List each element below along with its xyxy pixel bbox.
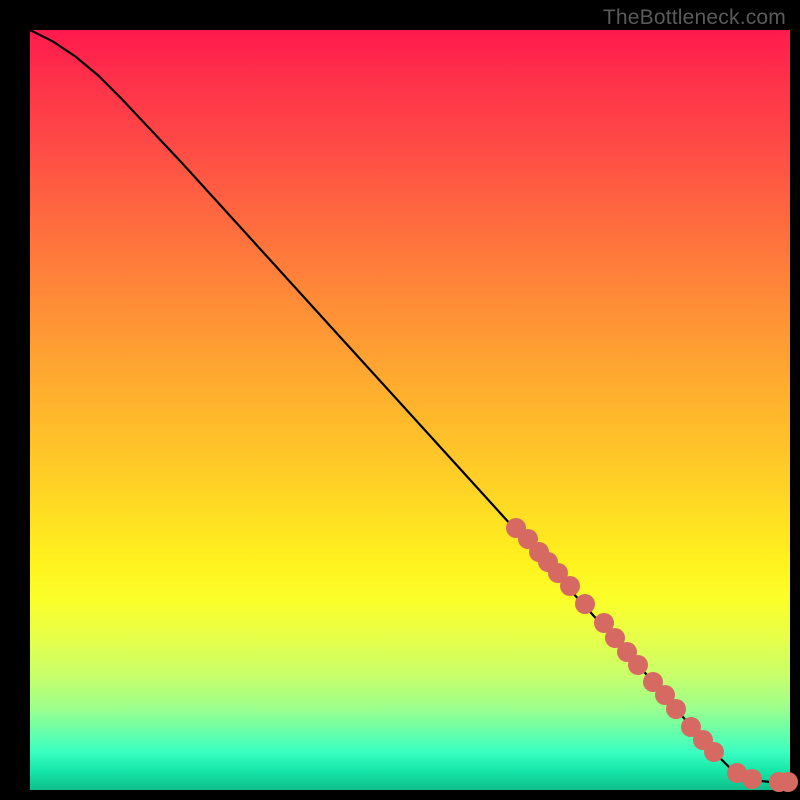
marker-dot <box>666 699 686 719</box>
curve-line <box>30 30 790 790</box>
watermark-label: TheBottleneck.com <box>603 6 786 30</box>
marker-dot <box>742 769 762 789</box>
marker-dot <box>628 655 648 675</box>
plot-area <box>30 30 790 790</box>
marker-dot <box>560 576 580 596</box>
chart-frame: TheBottleneck.com <box>0 0 800 800</box>
marker-dot <box>575 594 595 614</box>
marker-dot <box>778 772 798 792</box>
marker-dot <box>704 742 724 762</box>
